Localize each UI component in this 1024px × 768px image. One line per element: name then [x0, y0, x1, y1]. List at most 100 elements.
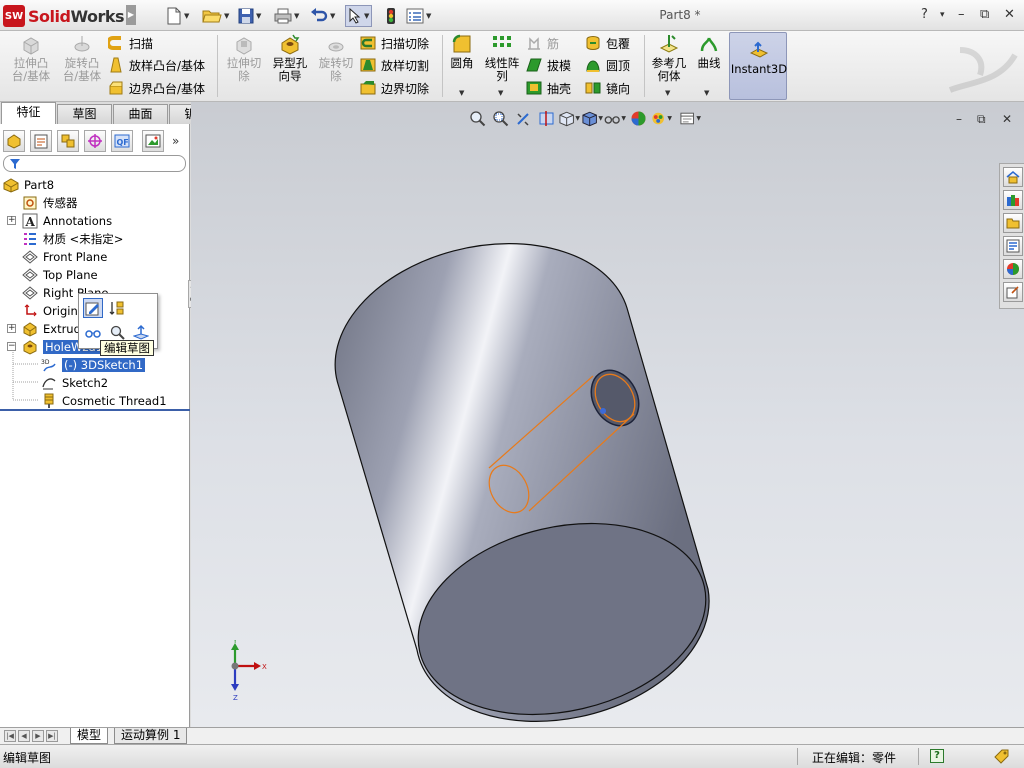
close-button[interactable]: ✕: [1004, 7, 1015, 22]
tree-filter-input[interactable]: [3, 155, 186, 172]
revolve-cut-button[interactable]: 旋转切 除: [314, 33, 358, 83]
viewport-close-button[interactable]: ✕: [1002, 112, 1012, 126]
expand-annotations-icon[interactable]: +: [7, 216, 16, 225]
quick-filter-tab[interactable]: QF: [111, 130, 133, 152]
normal-to-button[interactable]: [131, 322, 151, 342]
tree-item-part[interactable]: Part8: [3, 176, 54, 194]
rollback-bar[interactable]: [0, 409, 190, 411]
draft-button[interactable]: 拔模: [526, 55, 571, 75]
hole-wizard-button[interactable]: 异型孔 向导: [268, 33, 312, 83]
boundary-boss-button[interactable]: 边界凸台/基体: [108, 78, 205, 98]
wrap-button[interactable]: 包覆: [585, 33, 630, 53]
select-button[interactable]: ▼: [345, 5, 373, 27]
edit-sketch-button[interactable]: [83, 298, 103, 318]
help-dropdown-icon[interactable]: ▾: [940, 10, 945, 20]
tab-motion-study[interactable]: 运动算例 1: [114, 728, 188, 744]
restore-button[interactable]: ⧉: [980, 7, 989, 22]
reference-geometry-button[interactable]: 参考几 何体: [648, 33, 690, 83]
display-style-button[interactable]: ▼: [581, 108, 603, 128]
extrude-boss-button[interactable]: 拉伸凸 台/基体: [6, 33, 56, 83]
tab-sketch[interactable]: 草图: [57, 104, 112, 124]
tree-item-material[interactable]: 材质 <未指定>: [22, 230, 123, 248]
rebuild-button[interactable]: [386, 6, 396, 26]
fillet-dropdown-icon[interactable]: ▼: [459, 89, 464, 97]
collapse-hole-wizard-icon[interactable]: −: [7, 342, 16, 351]
menu-expand-arrow-icon[interactable]: ▶: [126, 5, 136, 25]
extrude-cut-button[interactable]: 拉伸切 除: [222, 33, 266, 83]
hide-show-items-button[interactable]: ▼: [604, 108, 626, 128]
open-button[interactable]: ▼: [202, 6, 229, 26]
viewport-restore-button[interactable]: ⧉: [977, 112, 986, 127]
mirror-button[interactable]: 镜向: [585, 78, 630, 98]
help-button[interactable]: ?: [921, 7, 928, 22]
plane-icon: [22, 286, 38, 300]
property-manager-tab[interactable]: [30, 130, 52, 152]
edit-appearance-button[interactable]: [627, 108, 649, 128]
fillet-button[interactable]: 圆角: [448, 33, 476, 70]
tab-features[interactable]: 特征: [1, 102, 56, 124]
shell-button[interactable]: 抽壳: [526, 78, 571, 98]
more-tabs-chevron[interactable]: »: [172, 134, 179, 148]
view-palette-tab[interactable]: [1003, 236, 1023, 256]
viewport-minimize-button[interactable]: –: [956, 112, 962, 126]
tree-item-origin[interactable]: Origin: [22, 302, 78, 320]
curves-dropdown-icon[interactable]: ▼: [704, 89, 709, 97]
last-tab-arrow-icon[interactable]: ▶|: [46, 730, 58, 742]
loft-cut-button[interactable]: 放样切割: [360, 55, 429, 75]
linear-pattern-button[interactable]: 线性阵 列: [482, 33, 522, 83]
sketch-relations-button[interactable]: [107, 298, 127, 318]
custom-properties-tab[interactable]: [1003, 282, 1023, 302]
tab-model[interactable]: 模型: [70, 728, 109, 744]
options-button[interactable]: ▼: [406, 6, 431, 26]
tree-item-annotations[interactable]: A Annotations: [22, 212, 112, 230]
design-library-tab[interactable]: [1003, 190, 1023, 210]
solidworks-logo[interactable]: SW SolidWorks: [3, 4, 125, 28]
zoom-to-selection-button[interactable]: [107, 322, 127, 342]
sweep-button[interactable]: 扫描: [108, 33, 153, 53]
reference-geometry-dropdown-icon[interactable]: ▼: [665, 89, 670, 97]
tab-surfaces[interactable]: 曲面: [113, 104, 168, 124]
tree-item-sensors[interactable]: 传感器: [22, 194, 78, 212]
instant3d-button[interactable]: Instant3D: [729, 32, 787, 100]
loft-boss-button[interactable]: 放样凸台/基体: [108, 55, 205, 75]
view-orientation-button[interactable]: ▼: [558, 108, 580, 128]
dome-button[interactable]: 圆顶: [585, 55, 630, 75]
display-manager-tab[interactable]: [142, 130, 164, 152]
next-tab-arrow-icon[interactable]: ▶: [32, 730, 44, 742]
curves-button[interactable]: 曲线: [694, 33, 724, 70]
quick-tips-help-icon[interactable]: ?: [930, 749, 944, 763]
sweep-cut-button[interactable]: 扫描切除: [360, 33, 429, 53]
tree-item-front-plane[interactable]: Front Plane: [22, 248, 107, 266]
prev-tab-arrow-icon[interactable]: ◀: [18, 730, 30, 742]
revolve-boss-button[interactable]: 旋转凸 台/基体: [58, 33, 106, 83]
tree-item-cosmetic-thread[interactable]: Cosmetic Thread1: [41, 392, 167, 410]
print-button[interactable]: ▼: [274, 6, 299, 26]
solidworks-resources-tab[interactable]: [1003, 167, 1023, 187]
zoom-to-area-button[interactable]: [489, 108, 511, 128]
expand-extrude-icon[interactable]: +: [7, 324, 16, 333]
minimize-button[interactable]: –: [958, 7, 965, 22]
tree-item-top-plane[interactable]: Top Plane: [22, 266, 98, 284]
view-settings-button[interactable]: ▼: [679, 108, 701, 128]
cylinder-model[interactable]: [191, 102, 1024, 727]
boundary-cut-button[interactable]: 边界切除: [360, 78, 429, 98]
previous-view-button[interactable]: [512, 108, 534, 128]
file-explorer-tab[interactable]: [1003, 213, 1023, 233]
tree-item-sketch2[interactable]: Sketch2: [41, 374, 108, 392]
section-view-button[interactable]: [535, 108, 557, 128]
zoom-to-fit-button[interactable]: [466, 108, 488, 128]
dimxpert-manager-tab[interactable]: [84, 130, 106, 152]
new-document-button[interactable]: ▼: [166, 6, 189, 26]
rebuild-tag-icon[interactable]: [993, 748, 1011, 765]
hide-show-button[interactable]: [83, 322, 103, 342]
appearances-tab[interactable]: [1003, 259, 1023, 279]
feature-tree-tab[interactable]: [3, 130, 25, 152]
undo-button[interactable]: ▼: [310, 6, 335, 26]
rib-button[interactable]: 筋: [526, 33, 559, 53]
tree-item-3dsketch[interactable]: 3D (-) 3DSketch1: [41, 356, 146, 374]
first-tab-arrow-icon[interactable]: |◀: [4, 730, 16, 742]
save-button[interactable]: ▼: [238, 6, 261, 26]
linear-pattern-dropdown-icon[interactable]: ▼: [498, 89, 503, 97]
apply-scene-button[interactable]: ▼: [650, 108, 672, 128]
configuration-manager-tab[interactable]: [57, 130, 79, 152]
